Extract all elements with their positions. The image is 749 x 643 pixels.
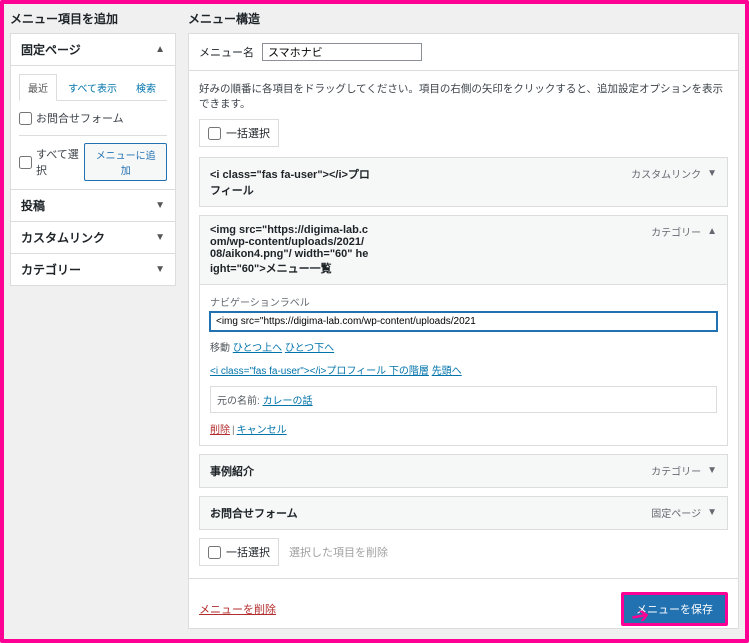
navlabel-input[interactable] — [210, 312, 717, 331]
menu-name-input[interactable] — [262, 43, 422, 61]
sidebar: メニュー項目を追加 固定ページ ▲ 最近 すべて表示 検索 お問合せフォーム — [4, 4, 182, 639]
acc-pages-header[interactable]: 固定ページ ▲ — [11, 34, 175, 65]
save-highlight: メニューを保存 — [621, 592, 728, 626]
move-label: 移動 — [210, 343, 230, 354]
tab-all[interactable]: すべて表示 — [60, 75, 125, 100]
menu-hint: 好みの順番に各項目をドラッグしてください。項目の右側の矢印をクリックすると、追加… — [189, 71, 738, 119]
bulk-select-bottom-label: 一括選択 — [226, 544, 270, 560]
bulk-select-bottom-checkbox[interactable] — [208, 546, 221, 559]
acc-pages-title: 固定ページ — [21, 41, 81, 58]
delete-menu-link[interactable]: メニューを削除 — [199, 601, 276, 617]
main-heading: メニュー構造 — [188, 10, 739, 27]
pages-tabs: 最近 すべて表示 検索 — [19, 74, 167, 101]
sidebar-heading: メニュー項目を追加 — [10, 10, 176, 27]
menu-item-menulist-body: ナビゲーションラベル 移動 ひとつ上へ ひとつ下へ <i class="fas … — [200, 284, 727, 445]
caret-down-icon: ▼ — [155, 232, 165, 243]
main: メニュー構造 メニュー名 好みの順番に各項目をドラッグしてください。項目の右側の… — [182, 4, 745, 639]
move-down-link[interactable]: ひとつ下へ — [285, 343, 334, 354]
menu-item-contact: お問合せフォーム 固定ページ ▼ — [199, 496, 728, 530]
acc-categories-header[interactable]: カテゴリー ▼ — [11, 253, 175, 285]
menu-item-cases-title: 事例紹介 — [210, 463, 370, 479]
move-row2: <i class="fas fa-user"></i>プロフィール 下の階層 先… — [210, 362, 717, 377]
menu-item-profile-title: <i class="fas fa-user"></i>プロフィール — [210, 166, 370, 198]
navlabel-caption: ナビゲーションラベル — [210, 294, 717, 309]
page-item-contact[interactable]: お問合せフォーム — [19, 107, 167, 129]
acc-pages-body: 最近 すべて表示 検索 お問合せフォーム すべて選択 メニューに追加 — [11, 65, 175, 189]
add-to-menu-button[interactable]: メニューに追加 — [84, 143, 167, 181]
select-all-checkbox[interactable] — [19, 156, 32, 169]
caret-up-icon: ▲ — [707, 226, 717, 237]
bulk-select-top[interactable]: 一括選択 — [199, 119, 279, 147]
caret-up-icon: ▲ — [155, 44, 165, 55]
acc-posts-title: 投稿 — [21, 197, 45, 214]
original-name-label: 元の名前: — [217, 396, 260, 407]
move-under-link[interactable]: <i class="fas fa-user"></i>プロフィール 下の階層 — [210, 366, 429, 377]
menu-item-menulist-header[interactable]: <img src="https://digima-lab.com/wp-cont… — [200, 216, 727, 284]
menu-item-contact-header[interactable]: お問合せフォーム 固定ページ ▼ — [200, 497, 727, 529]
menu-item-cases-type: カテゴリー — [651, 463, 701, 478]
menu-item-contact-title: お問合せフォーム — [210, 505, 370, 521]
cancel-item-link[interactable]: キャンセル — [237, 425, 287, 436]
move-up-link[interactable]: ひとつ上へ — [233, 343, 282, 354]
acc-pages: 固定ページ ▲ 最近 すべて表示 検索 お問合せフォーム すべて選択 — [10, 33, 176, 286]
move-row: 移動 ひとつ上へ ひとつ下へ — [210, 339, 717, 354]
menu-item-cases-header[interactable]: 事例紹介 カテゴリー ▼ — [200, 455, 727, 487]
bulk-remove-text: 選択した項目を削除 — [289, 544, 388, 560]
caret-down-icon: ▼ — [707, 168, 717, 179]
menu-item-profile: <i class="fas fa-user"></i>プロフィール カスタムリン… — [199, 157, 728, 207]
bulk-select-top-label: 一括選択 — [226, 125, 270, 141]
select-all-label: すべて選択 — [36, 146, 84, 178]
tab-search[interactable]: 検索 — [128, 75, 164, 100]
panel-footer: メニューを削除 メニューを保存 — [189, 578, 738, 628]
caret-down-icon: ▼ — [707, 465, 717, 476]
menu-item-menulist-title: <img src="https://digima-lab.com/wp-cont… — [210, 224, 370, 276]
select-all-row[interactable]: すべて選択 — [19, 143, 84, 181]
menu-name-row: メニュー名 — [189, 34, 738, 71]
remove-item-link[interactable]: 削除 — [210, 425, 230, 436]
menu-item-cases: 事例紹介 カテゴリー ▼ — [199, 454, 728, 488]
menu-item-profile-header[interactable]: <i class="fas fa-user"></i>プロフィール カスタムリン… — [200, 158, 727, 206]
move-top-link[interactable]: 先頭へ — [432, 366, 462, 377]
original-name-row: 元の名前: カレーの話 — [210, 386, 717, 413]
menu-name-label: メニュー名 — [199, 44, 254, 60]
menu-item-profile-type: カスタムリンク — [631, 166, 701, 181]
menu-panel: メニュー名 好みの順番に各項目をドラッグしてください。項目の右側の矢印をクリック… — [188, 33, 739, 629]
bulk-select-bottom[interactable]: 一括選択 — [199, 538, 279, 566]
menu-item-menulist-type: カテゴリー — [651, 224, 701, 239]
bulk-select-top-checkbox[interactable] — [208, 127, 221, 140]
menu-item-menulist: <img src="https://digima-lab.com/wp-cont… — [199, 215, 728, 446]
menu-items: <i class="fas fa-user"></i>プロフィール カスタムリン… — [189, 157, 738, 530]
tab-recent[interactable]: 最近 — [19, 74, 57, 101]
bulk-row-bottom: 一括選択 選択した項目を削除 — [199, 538, 728, 566]
save-menu-button[interactable]: メニューを保存 — [624, 595, 725, 623]
caret-down-icon: ▼ — [155, 264, 165, 275]
caret-down-icon: ▼ — [155, 200, 165, 211]
acc-posts-header[interactable]: 投稿 ▼ — [11, 189, 175, 221]
acc-categories-title: カテゴリー — [21, 261, 81, 278]
remove-cancel-row: 削除|キャンセル — [210, 421, 717, 436]
acc-customlinks-title: カスタムリンク — [21, 229, 105, 246]
page-item-contact-label: お問合せフォーム — [36, 110, 124, 126]
original-name-link[interactable]: カレーの話 — [263, 396, 313, 407]
page-item-contact-checkbox[interactable] — [19, 112, 32, 125]
acc-customlinks-header[interactable]: カスタムリンク ▼ — [11, 221, 175, 253]
